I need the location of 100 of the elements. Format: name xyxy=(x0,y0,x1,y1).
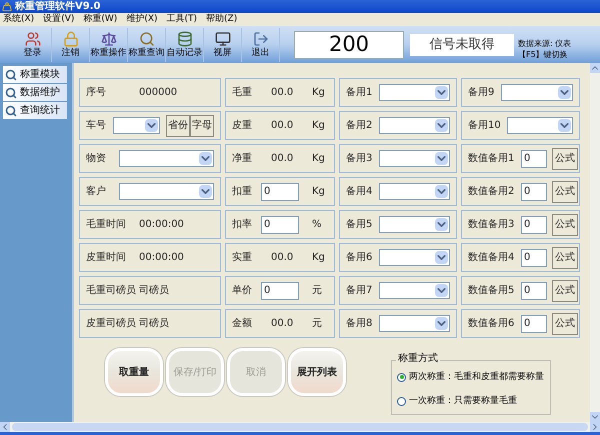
dropdown-field[interactable] xyxy=(379,216,450,233)
toolbar-button[interactable]: 退出 xyxy=(242,28,280,62)
toolbar-button[interactable]: 注销 xyxy=(52,28,90,62)
action-button[interactable]: 取重量 xyxy=(105,348,163,396)
search-icon xyxy=(138,31,154,47)
field-label: 备用1 xyxy=(346,86,374,100)
unit-label: Kg xyxy=(312,152,326,166)
lock-icon xyxy=(62,31,78,47)
field-value: 000000 xyxy=(139,86,178,100)
toolbar-button[interactable]: 自动记录 xyxy=(166,28,204,62)
radio-button[interactable] xyxy=(397,372,406,382)
scroll-right-icon xyxy=(590,422,600,432)
radio-label: 两次称重：毛重和皮重都需要称量 xyxy=(409,372,544,382)
sidebar-item[interactable]: 数据维护 xyxy=(3,84,67,101)
toolbar-button[interactable]: 登录 xyxy=(14,28,52,62)
toolbar-button[interactable]: 视屏 xyxy=(204,28,242,62)
radio-button[interactable] xyxy=(397,397,406,406)
menu-item[interactable]: 维护(X) xyxy=(126,15,158,24)
field-label: 数值备用4 xyxy=(468,251,516,265)
plate-button[interactable]: 字母 xyxy=(190,114,214,136)
formula-button[interactable]: 公式 xyxy=(552,214,578,236)
field-label: 数值备用2 xyxy=(468,185,516,199)
dropdown-field[interactable] xyxy=(379,84,450,101)
chevron-icon xyxy=(199,185,212,198)
field-label: 皮重司磅员 xyxy=(86,316,136,331)
field-label: 数值备用1 xyxy=(468,152,516,166)
formula-button[interactable]: 公式 xyxy=(552,312,578,334)
dropdown-field[interactable] xyxy=(379,183,450,200)
input-field[interactable]: 0 xyxy=(521,314,547,332)
menu-item[interactable]: 称重(W) xyxy=(83,15,118,24)
monitor-icon xyxy=(214,31,230,47)
dropdown-field[interactable] xyxy=(119,150,214,167)
dropdown-field[interactable] xyxy=(379,249,450,266)
menu-item[interactable]: 系统(X) xyxy=(3,15,34,24)
dropdown-field[interactable] xyxy=(113,117,160,134)
dropdown-field[interactable] xyxy=(379,117,450,134)
weight-display: 200 xyxy=(294,30,404,58)
field-value: 00.0 xyxy=(271,251,294,265)
action-button[interactable]: 展开列表 xyxy=(288,348,346,396)
chevron-icon xyxy=(435,284,448,297)
field-label: 客户 xyxy=(86,184,107,199)
formula-button[interactable]: 公式 xyxy=(552,148,578,170)
field-label: 备用9 xyxy=(468,86,496,100)
field-label: 单价 xyxy=(232,284,253,298)
plate-button[interactable]: 省份 xyxy=(166,114,190,136)
input-field[interactable]: 0 xyxy=(261,182,299,200)
field-label: 扣率 xyxy=(232,218,253,232)
scroll-thumb[interactable] xyxy=(12,423,588,431)
field-label: 备用7 xyxy=(346,284,374,298)
menu-item[interactable]: 设置(V) xyxy=(43,15,74,24)
sidebar-item[interactable]: 称重模块 xyxy=(3,66,67,83)
input-field[interactable]: 0 xyxy=(521,216,547,234)
dropdown-field[interactable] xyxy=(379,315,450,332)
field-label: 备用8 xyxy=(346,317,374,331)
radio-label: 一次称重：只需要称量毛重 xyxy=(409,397,517,406)
scroll-down-icon xyxy=(590,412,600,422)
dropdown-field[interactable] xyxy=(119,183,214,200)
input-field[interactable]: 0 xyxy=(521,150,547,168)
dropdown-field[interactable] xyxy=(379,282,450,299)
chevron-icon xyxy=(199,152,212,165)
field-value: 00:00:00 xyxy=(139,218,185,232)
scroll-left-icon xyxy=(0,422,10,432)
menu-item[interactable]: 帮助(Z) xyxy=(206,15,238,24)
field-label: 实重 xyxy=(232,250,253,265)
sidebar-item[interactable]: 查询统计 xyxy=(3,102,67,119)
field-label: 数值备用5 xyxy=(468,284,516,298)
unit-label: Kg xyxy=(312,185,326,199)
field-label: 数值备用6 xyxy=(468,317,516,331)
database-icon xyxy=(176,31,192,47)
field-label: 物资 xyxy=(86,152,107,166)
dropdown-field[interactable] xyxy=(501,84,573,101)
menu-item[interactable]: 工具(T) xyxy=(166,15,198,24)
input-field[interactable]: 0 xyxy=(521,182,547,200)
chevron-icon xyxy=(435,218,448,231)
chevron-icon xyxy=(435,317,448,330)
input-field[interactable]: 0 xyxy=(521,248,547,266)
app-icon xyxy=(2,2,12,12)
dropdown-field[interactable] xyxy=(379,150,450,167)
chevron-icon xyxy=(145,119,158,132)
formula-button[interactable]: 公式 xyxy=(552,180,578,202)
toolbar-button[interactable]: 称重查询 xyxy=(128,28,166,62)
input-field[interactable]: 0 xyxy=(521,282,547,300)
window-title: 称重管理软件V9.0 xyxy=(15,2,100,12)
scale-icon xyxy=(100,31,116,47)
field-value: 00.0 xyxy=(271,317,294,331)
input-field[interactable]: 0 xyxy=(261,282,299,300)
toolbar-button[interactable]: 称重操作 xyxy=(90,28,128,62)
input-field[interactable]: 0 xyxy=(261,216,299,234)
field-label: 序号 xyxy=(86,86,107,100)
chevron-icon xyxy=(558,119,571,132)
users-icon xyxy=(24,31,40,47)
chevron-icon xyxy=(558,86,571,99)
formula-button[interactable]: 公式 xyxy=(552,280,578,302)
unit-label: 元 xyxy=(312,317,323,331)
dropdown-field[interactable] xyxy=(507,117,573,134)
field-value: 00.0 xyxy=(271,86,294,100)
formula-button[interactable]: 公式 xyxy=(552,246,578,268)
search-icon xyxy=(5,68,17,80)
unit-label: 元 xyxy=(312,284,323,298)
field-label: 车号 xyxy=(86,118,107,133)
